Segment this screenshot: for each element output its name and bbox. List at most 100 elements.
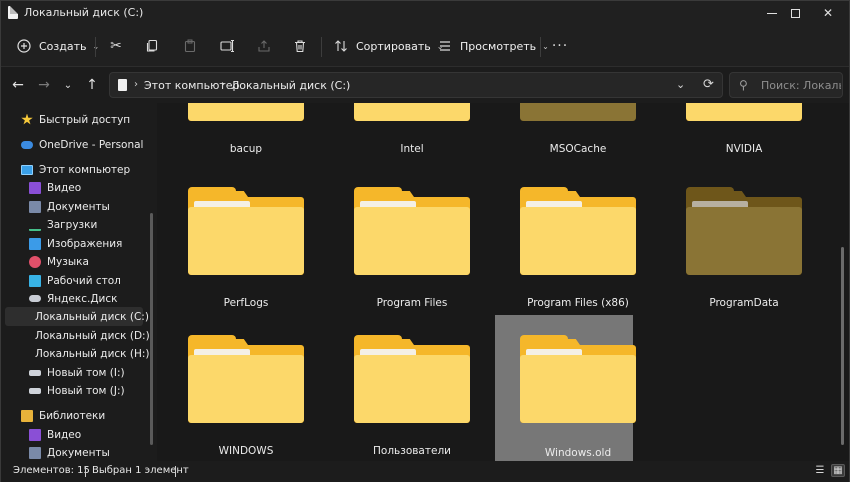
sidebar-item-label: OneDrive - Personal: [39, 138, 144, 151]
video-icon: [29, 181, 41, 194]
sidebar-item[interactable]: Документы: [1, 443, 147, 461]
folder-icon: [686, 187, 802, 275]
details-view-icon: ☰: [815, 465, 825, 476]
address-history-dropdown[interactable]: ⌄: [676, 78, 685, 91]
more-options-button[interactable]: ···: [551, 34, 569, 58]
sidebar-item[interactable]: Видео: [1, 425, 147, 444]
folder-icon: [520, 187, 636, 275]
share-icon: [255, 37, 273, 55]
folder-item[interactable]: WINDOWS: [163, 317, 304, 461]
search-input[interactable]: Поиск: Локальны...: [761, 79, 841, 92]
folder-icon: [354, 335, 470, 423]
paste-button[interactable]: [181, 34, 199, 58]
search-box[interactable]: ⚲ Поиск: Локальны...: [729, 72, 843, 98]
sidebar-item[interactable]: Библиотеки: [1, 406, 147, 425]
folder-item[interactable]: Program Files: [329, 169, 470, 317]
address-bar[interactable]: › Этот компьютер › Локальный диск (C:) ⌄…: [109, 72, 723, 98]
drive-icon: [29, 369, 41, 376]
sort-label: Сортировать: [356, 39, 431, 53]
plus-circle-icon: [15, 37, 33, 55]
sidebar-item[interactable]: Новый том (I:): [1, 363, 147, 382]
folder-item[interactable]: Intel: [329, 103, 470, 163]
details-view-button[interactable]: ☰: [813, 464, 827, 477]
sidebar-item-label: Музыка: [47, 255, 89, 268]
sidebar-item[interactable]: Рабочий стол: [1, 271, 147, 290]
delete-button[interactable]: [291, 34, 309, 58]
view-button[interactable]: Просмотреть ⌄: [436, 34, 549, 58]
sidebar-item[interactable]: Этот компьютер: [1, 160, 147, 179]
refresh-icon[interactable]: ⟳: [703, 77, 714, 92]
content-scrollbar[interactable]: [841, 247, 844, 445]
sidebar-item[interactable]: Музыка: [1, 252, 147, 271]
explorer-window: Локальный диск (C:) ✕ Создать ⌄ ✂: [0, 0, 850, 482]
folder-item[interactable]: MSOCache: [495, 103, 636, 163]
new-label: Создать: [39, 39, 87, 53]
folder-icon: [520, 103, 636, 121]
document-icon: [118, 79, 127, 91]
folder-item[interactable]: NVIDIA: [661, 103, 802, 163]
folder-name: Program Files (x86): [527, 297, 629, 309]
document-icon: [8, 6, 18, 19]
rename-button[interactable]: [218, 34, 236, 58]
sidebar-scrollbar[interactable]: [150, 213, 153, 445]
sidebar-item[interactable]: Яндекс.Диск: [1, 289, 147, 308]
folder-name: Intel: [400, 143, 424, 155]
chevron-down-icon: ⌄: [63, 79, 73, 91]
documents-icon: [29, 200, 41, 213]
folder-icon: [354, 187, 470, 275]
sidebar-item-label: Этот компьютер: [39, 163, 131, 176]
folder-name: NVIDIA: [725, 143, 763, 155]
large-icons-view-button[interactable]: ▦: [831, 464, 845, 477]
sidebar-item[interactable]: Загрузки: [1, 215, 147, 234]
folder-item[interactable]: Windows.old: [495, 315, 636, 461]
folder-name: Пользователи: [373, 445, 451, 457]
copy-icon: [143, 37, 161, 55]
close-icon: ✕: [822, 6, 834, 20]
up-button[interactable]: ↑: [83, 76, 101, 94]
breadcrumb-this-pc[interactable]: Этот компьютер: [144, 79, 240, 92]
title-bar[interactable]: Локальный диск (C:) ✕: [1, 1, 849, 25]
folder-item[interactable]: bacup: [163, 103, 304, 163]
sidebar-item[interactable]: Документы: [1, 197, 147, 216]
copy-button[interactable]: [143, 34, 161, 58]
folder-item[interactable]: Program Files (x86): [495, 169, 636, 317]
sidebar-item[interactable]: Изображения: [1, 234, 147, 253]
back-button[interactable]: ←: [9, 76, 27, 94]
sidebar-item[interactable]: Локальный диск (C:): [5, 307, 149, 326]
breadcrumb-local-disk-c[interactable]: Локальный диск (C:): [231, 79, 350, 92]
close-button[interactable]: ✕: [805, 1, 850, 25]
sidebar-item[interactable]: Локальный диск (D:): [1, 326, 150, 345]
star-icon: [21, 113, 33, 125]
sidebar-item-label: Новый том (J:): [47, 384, 125, 397]
view-label: Просмотреть: [460, 39, 537, 53]
sidebar-item-label: Библиотеки: [39, 409, 106, 422]
sidebar-item[interactable]: OneDrive - Personal: [1, 135, 147, 154]
cut-button[interactable]: ✂: [107, 34, 125, 58]
recent-locations-button[interactable]: ⌄: [59, 76, 77, 94]
sidebar-item-label: Видео: [47, 181, 82, 194]
folder-icon: [686, 103, 802, 121]
monitor-icon: [21, 164, 33, 175]
folder-item[interactable]: Пользователи: [329, 317, 470, 461]
sort-button[interactable]: Сортировать ⌄: [332, 34, 443, 58]
cloud-icon: [21, 140, 33, 149]
library-icon: [21, 409, 33, 422]
sidebar-item[interactable]: Видео: [1, 178, 147, 197]
folder-name: MSOCache: [549, 143, 607, 155]
forward-button[interactable]: →: [35, 76, 53, 94]
sidebar-item[interactable]: Новый том (J:): [1, 381, 147, 400]
trash-icon: [291, 37, 309, 55]
folder-item[interactable]: ProgramData: [661, 169, 802, 317]
toolbar-divider: [95, 37, 96, 57]
new-button[interactable]: Создать ⌄: [15, 34, 99, 58]
sidebar-item[interactable]: Локальный диск (H:): [1, 344, 149, 363]
sidebar-item[interactable]: Быстрый доступ: [1, 110, 147, 129]
folder-item[interactable]: PerfLogs: [163, 169, 304, 317]
folder-icon: [188, 187, 304, 275]
download-icon: [29, 219, 41, 231]
desktop-icon: [29, 274, 41, 287]
sidebar-item-label: Загрузки: [47, 218, 98, 231]
sort-arrows-icon: [332, 37, 350, 55]
more-dots-icon: ···: [551, 38, 569, 54]
share-button[interactable]: [255, 34, 273, 58]
